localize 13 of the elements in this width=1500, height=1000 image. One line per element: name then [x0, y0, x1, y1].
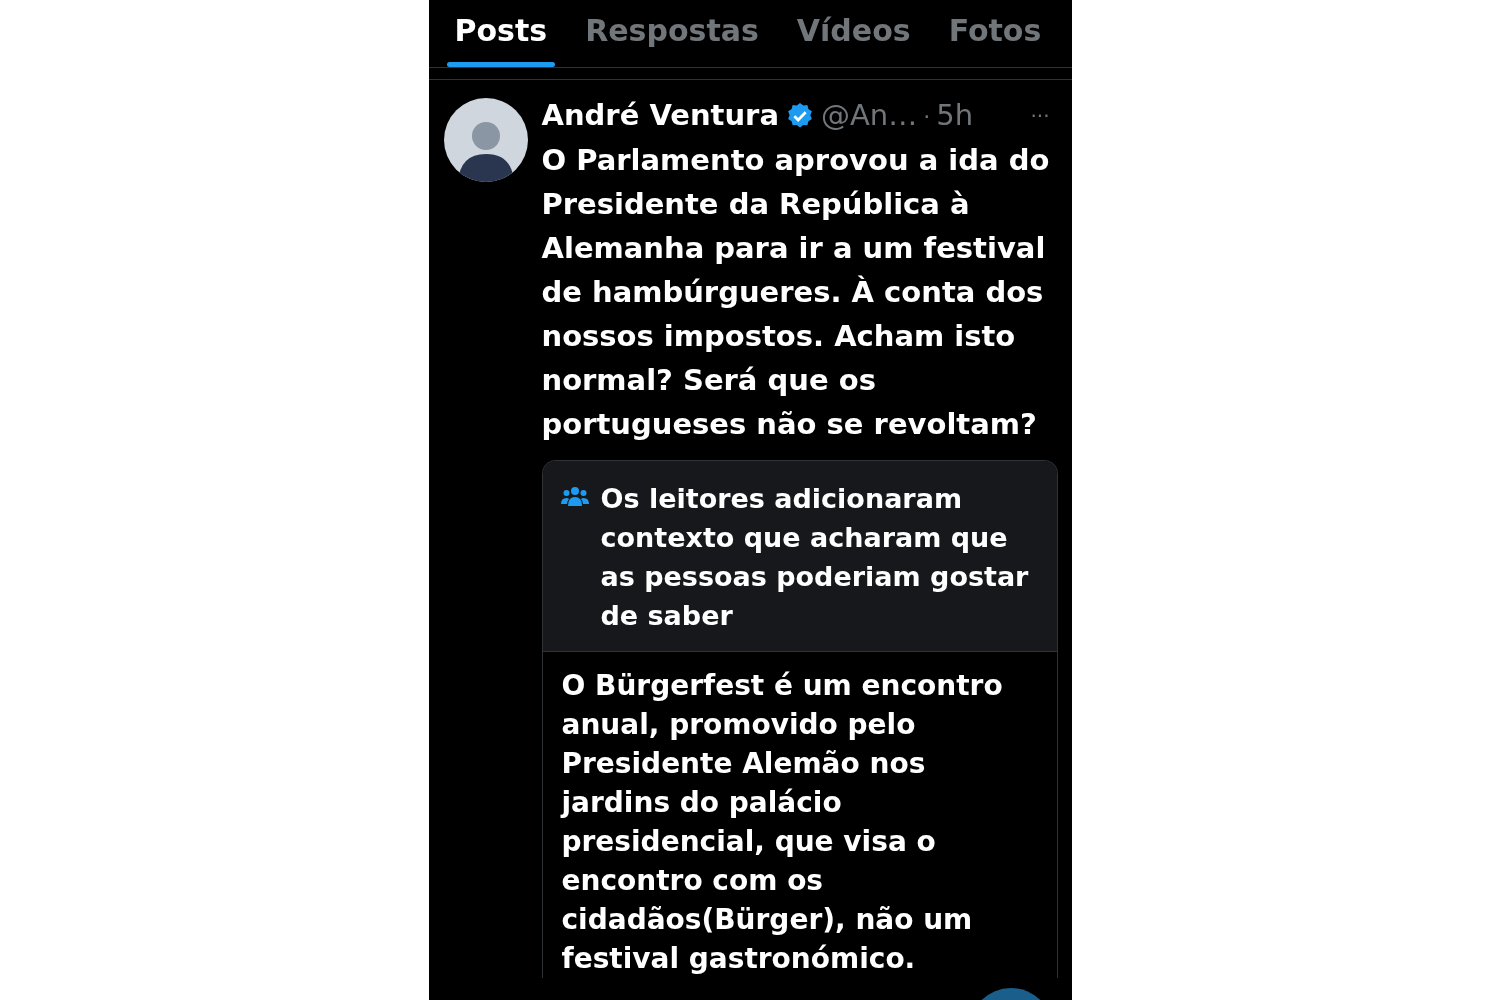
tab[interactable]: Respostas: [577, 0, 767, 67]
note-heading: Os leitores adicionaram contexto que acharam que as pessoas poderiam gostar de saber: [600, 482, 1030, 633]
separator: ·: [923, 102, 931, 131]
tab[interactable]: Vídeos: [788, 0, 919, 67]
note-text: O Bürgerfest é um encontro anual, promovido pelo Presidente Alemão nos jardins do palácio presidencial, que visa o encontro com os cidadãos(Bürger), não um festival gastronómico.: [559, 668, 1004, 977]
tab[interactable]: Posts: [446, 0, 556, 67]
tab[interactable]: Fotos: [940, 0, 1050, 67]
more-options-button[interactable]: ···: [1030, 101, 1058, 131]
people-icon: [560, 485, 589, 507]
post-text: O Parlamento aprovou a ida do Presidente da República à Alemanha para ir a um festival de hambúrgueres. À conta dos nossos impostos. Acham isto normal? Será que os portugueses não se revoltam?: [541, 142, 1051, 443]
author-name[interactable]: André Ventura: [541, 94, 779, 138]
post-time: 5h: [936, 97, 974, 135]
handle: @An…: [820, 97, 918, 135]
